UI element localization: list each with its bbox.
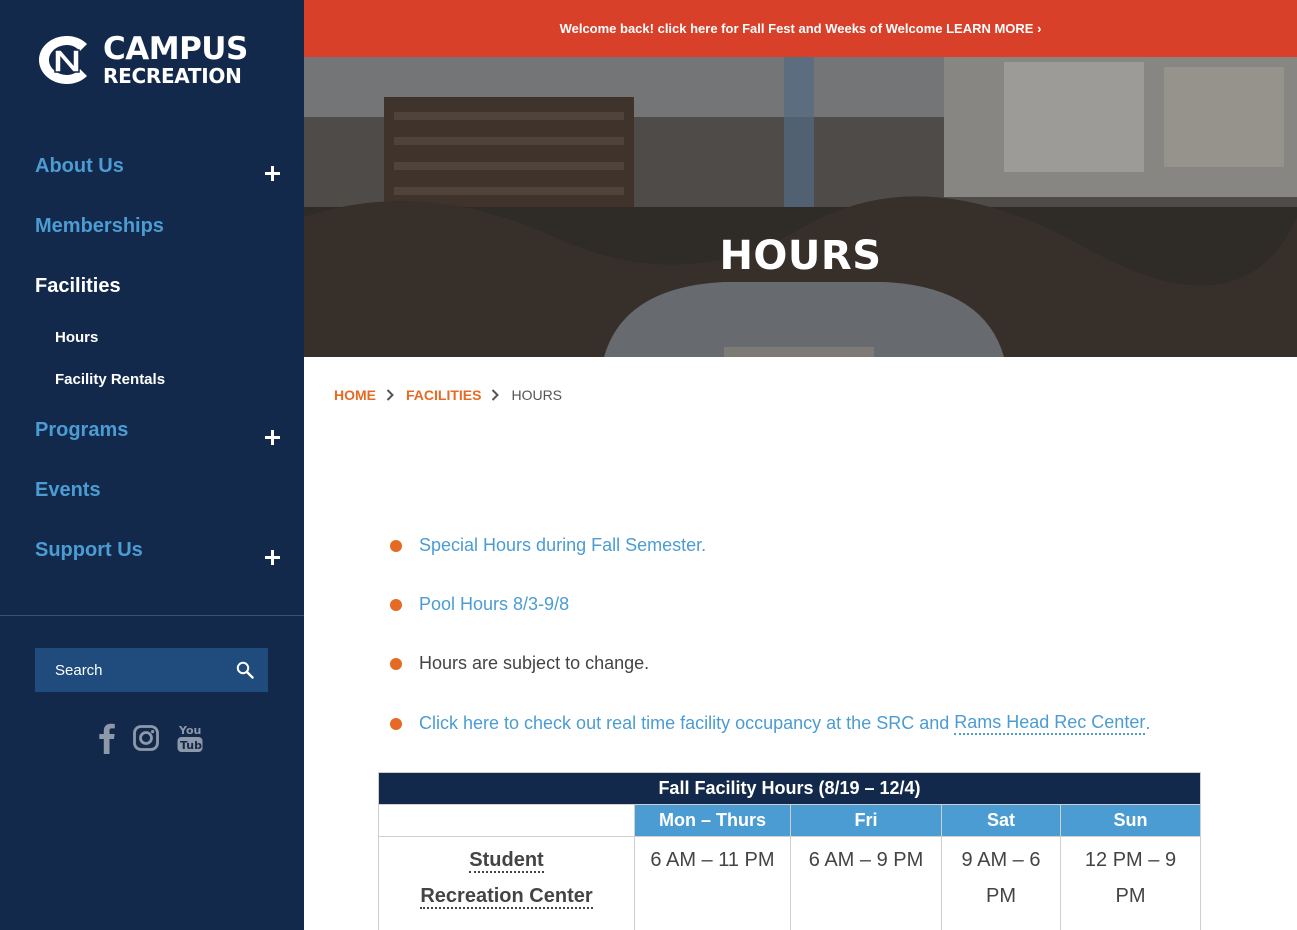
sidebar-divider xyxy=(0,615,304,616)
nc-logo-icon xyxy=(39,36,87,84)
instagram-icon[interactable] xyxy=(133,722,159,754)
nav-item-events[interactable]: Events xyxy=(35,479,101,502)
subnav-item-hours[interactable]: Hours xyxy=(55,329,98,346)
announcement-text[interactable]: Welcome back! click here for Fall Fest a… xyxy=(560,21,1042,36)
table-cell: 6 AM – 9 PM xyxy=(790,836,942,930)
breadcrumb-current: HOURS xyxy=(511,387,563,403)
expand-programs-plus-icon[interactable] xyxy=(265,430,281,446)
site-logo[interactable]: CAMPUS RECREATION xyxy=(35,32,248,88)
nav-item-support-us[interactable]: Support Us xyxy=(35,539,143,562)
rams-head-link[interactable]: Rams Head Rec Center xyxy=(954,712,1146,735)
table-title: Fall Facility Hours (8/19 – 12/4) xyxy=(378,772,1201,805)
list-item: Click here to check out real time facili… xyxy=(390,712,1150,735)
hero-banner: HOURS xyxy=(304,57,1297,357)
breadcrumb-home[interactable]: HOME xyxy=(334,387,376,403)
bullet-dot-icon xyxy=(390,539,402,552)
bullet-dot-icon xyxy=(390,598,402,611)
table-cell: 6 AM – 11 PM xyxy=(634,836,791,930)
announcement-banner[interactable]: Welcome back! click here for Fall Fest a… xyxy=(304,0,1297,57)
hero-background-image xyxy=(304,57,1297,357)
subnav-item-facility-rentals[interactable]: Facility Rentals xyxy=(55,371,165,388)
hours-table: Fall Facility Hours (8/19 – 12/4) Mon – … xyxy=(378,772,1201,930)
column-header: Sat xyxy=(941,804,1061,837)
svg-text:You: You xyxy=(178,724,201,737)
page-title: HOURS xyxy=(719,233,882,279)
nav-item-about-us[interactable]: About Us xyxy=(35,155,124,178)
bullet-dot-icon xyxy=(390,717,402,730)
logo-line-2: RECREATION xyxy=(103,64,242,88)
youtube-icon[interactable]: You Tube xyxy=(177,722,203,754)
table-cell: 12 PM – 9 PM xyxy=(1060,836,1201,930)
hours-notice-text: Hours are subject to change. xyxy=(419,653,650,673)
search-icon[interactable] xyxy=(236,661,254,679)
bullet-dot-icon xyxy=(390,657,402,670)
column-header: Mon – Thurs xyxy=(634,804,791,837)
sidebar: CAMPUS RECREATION About Us Memberships F… xyxy=(0,0,304,930)
chevron-right-icon xyxy=(386,389,394,401)
expand-about-us-plus-icon[interactable] xyxy=(265,166,281,182)
facility-name-cell: Student Recreation Center xyxy=(378,836,635,930)
list-item: Pool Hours 8/3-9/8 xyxy=(390,594,569,615)
list-item: Hours are subject to change. xyxy=(390,653,649,674)
student-recreation-center-link[interactable]: Student Recreation Center xyxy=(420,849,593,909)
expand-support-us-plus-icon[interactable] xyxy=(265,550,281,566)
nav-item-facilities[interactable]: Facilities xyxy=(35,275,121,298)
search-input[interactable] xyxy=(35,648,268,692)
chevron-right-icon xyxy=(492,389,500,401)
facebook-icon[interactable] xyxy=(99,722,115,754)
svg-text:Tube: Tube xyxy=(180,739,203,752)
nav-item-programs[interactable]: Programs xyxy=(35,419,128,442)
table-corner-cell xyxy=(378,804,635,837)
table-row: Student Recreation Center 6 AM – 11 PM 6… xyxy=(378,836,1201,930)
column-header: Sun xyxy=(1060,804,1201,837)
table-cell: 9 AM – 6 PM xyxy=(941,836,1061,930)
occupancy-src-link[interactable]: Click here to check out real time facili… xyxy=(419,713,954,734)
logo-line-1: CAMPUS xyxy=(103,31,248,67)
special-hours-link[interactable]: Special Hours during Fall Semester. xyxy=(419,535,706,556)
sentence-period: . xyxy=(1145,713,1151,733)
breadcrumb-facilities[interactable]: FACILITIES xyxy=(406,387,481,403)
nav-item-memberships[interactable]: Memberships xyxy=(35,215,164,238)
column-header: Fri xyxy=(790,804,942,837)
breadcrumb: HOME FACILITIES HOURS xyxy=(334,387,562,403)
pool-hours-link[interactable]: Pool Hours 8/3-9/8 xyxy=(419,594,569,615)
list-item: Special Hours during Fall Semester. xyxy=(390,535,706,556)
